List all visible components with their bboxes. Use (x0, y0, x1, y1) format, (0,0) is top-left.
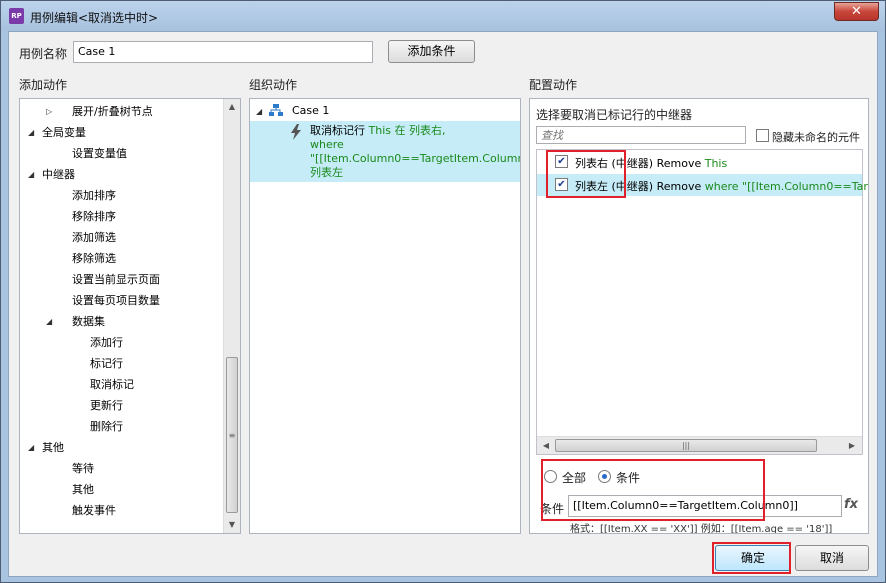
tree-item-label: 触发事件 (72, 504, 116, 517)
title-bar: RP 用例编辑<取消选中时> ✕ (1, 1, 885, 31)
tree-item[interactable]: 等待 (20, 458, 220, 479)
tree-item-label: 全局变量 (42, 126, 86, 139)
case-name-label: 用例名称 (19, 47, 68, 61)
tree-item-label: 设置变量值 (72, 147, 127, 160)
tree-item[interactable]: ◢ 其他 (20, 437, 220, 458)
tree-item[interactable]: 其他 (20, 479, 220, 500)
case-name-input[interactable]: Case 1 (73, 41, 373, 63)
hide-unnamed-label: 隐藏未命名的元件 (772, 131, 860, 144)
scroll-up-arrow-icon[interactable]: ▲ (224, 99, 240, 115)
tree-item-label: 数据集 (72, 315, 105, 328)
tree-item-label: 展开/折叠树节点 (72, 105, 153, 118)
format-hint: 格式：[[Item.XX == 'XX']] 例如：[[Item.age == … (570, 524, 833, 534)
dialog-window: RP 用例编辑<取消选中时> ✕ 用例名称 Case 1 添加条件 添加动作 组… (0, 0, 886, 583)
organize-action-panel: ◢ Case 1 取消标记行 This 在 列表右, where "[[Item… (249, 98, 521, 534)
tree-item-label: 移除排序 (72, 210, 116, 223)
tree-item-label: 更新行 (90, 399, 123, 412)
hide-unnamed-checkbox[interactable] (756, 129, 769, 142)
annotation-box-condition (541, 459, 765, 521)
tree-item-label: 其他 (72, 483, 94, 496)
configure-action-heading: 配置动作 (529, 78, 578, 92)
expand-triangle-icon[interactable]: ◢ (46, 311, 52, 332)
tree-scrollbar[interactable]: ▲ ≡ ▼ (223, 99, 240, 533)
organize-action-heading: 组织动作 (249, 78, 298, 92)
tree-item-label: 删除行 (90, 420, 123, 433)
tree-item-label: 标记行 (90, 357, 123, 370)
action-name: 取消标记行 (310, 124, 365, 137)
scroll-left-arrow-icon[interactable]: ◀ (539, 438, 553, 453)
tree-item[interactable]: 添加筛选 (20, 227, 220, 248)
repeater-left-detail: where "[[Item.Column0==TargetIte (704, 180, 868, 193)
tree-item[interactable]: 设置每页项目数量 (20, 290, 220, 311)
tree-item[interactable]: 触发事件 (20, 500, 220, 521)
action-item-selected[interactable]: 取消标记行 This 在 列表右, where "[[Item.Column0=… (250, 121, 520, 182)
cancel-button[interactable]: 取消 (795, 545, 869, 571)
add-condition-button[interactable]: 添加条件 (388, 40, 475, 63)
tree-item[interactable]: 设置变量值 (20, 143, 220, 164)
tree-item-label: 其他 (42, 441, 64, 454)
case-label[interactable]: Case 1 (292, 100, 329, 121)
lightning-icon (291, 124, 301, 140)
tree-item[interactable]: ◢ 中继器 (20, 164, 220, 185)
dialog-body: 用例名称 Case 1 添加条件 添加动作 组织动作 配置动作 ▷ 展开/折叠树节… (8, 31, 878, 577)
annotation-box-ok (712, 542, 791, 574)
scroll-down-arrow-icon[interactable]: ▼ (224, 517, 240, 533)
configure-heading: 选择要取消已标记行的中继器 (536, 108, 693, 122)
close-button[interactable]: ✕ (834, 2, 879, 21)
action-target: This 在 列表右, (368, 124, 446, 137)
add-action-tree: ▷ 展开/折叠树节点 ◢ 全局变量设置变量值 ◢ 中继器添加排序移除排序添加筛选移除筛选设… (19, 98, 241, 534)
tree-item[interactable]: 添加行 (20, 332, 220, 353)
tree-item-label: 设置每页项目数量 (72, 294, 160, 307)
action-condition: "[[Item.Column0==TargetItem.Column0]]" (310, 152, 520, 165)
scroll-right-arrow-icon[interactable]: ▶ (845, 438, 859, 453)
scroll-thumb[interactable]: ≡ (226, 357, 238, 513)
expand-triangle-icon[interactable]: ◢ (28, 164, 34, 185)
tree-item[interactable]: 移除排序 (20, 206, 220, 227)
expand-triangle-icon[interactable]: ◢ (28, 437, 34, 458)
collapse-triangle-icon[interactable]: ▷ (46, 101, 52, 122)
hscroll-thumb[interactable]: ||| (555, 439, 817, 452)
repeater-left-remove: Remove (656, 180, 702, 193)
fx-button[interactable]: fx (844, 497, 858, 512)
tree-item-label: 移除筛选 (72, 252, 116, 265)
case-tree-icon (269, 104, 283, 116)
tree-item[interactable]: 删除行 (20, 416, 220, 437)
tree-item-label: 添加排序 (72, 189, 116, 202)
expand-triangle-icon[interactable]: ◢ (28, 122, 34, 143)
tree-item[interactable]: 设置当前显示页面 (20, 269, 220, 290)
action-target-repeater: 列表左 (310, 166, 343, 179)
repeater-right-detail: This (704, 157, 728, 170)
tree-item-label: 添加行 (90, 336, 123, 349)
app-icon: RP (9, 8, 24, 24)
repeater-hscrollbar[interactable]: ◀ ||| ▶ (537, 436, 862, 454)
tree-item[interactable]: 取消标记 (20, 374, 220, 395)
repeater-right-remove: Remove (656, 157, 702, 170)
expand-triangle-icon[interactable]: ◢ (256, 107, 262, 116)
tree-item-label: 中继器 (42, 168, 75, 181)
tree-item-label: 等待 (72, 462, 94, 475)
annotation-box-repeater (546, 150, 626, 198)
tree-item[interactable]: ◢ 全局变量 (20, 122, 220, 143)
tree-item[interactable]: 标记行 (20, 353, 220, 374)
add-action-heading: 添加动作 (19, 78, 68, 92)
window-title: 用例编辑<取消选中时> (30, 11, 159, 25)
tree-item[interactable]: 添加排序 (20, 185, 220, 206)
tree-item-label: 设置当前显示页面 (72, 273, 160, 286)
tree-item[interactable]: 移除筛选 (20, 248, 220, 269)
action-where: where (310, 138, 344, 151)
tree-item[interactable]: 更新行 (20, 395, 220, 416)
tree-item[interactable]: ▷ 展开/折叠树节点 (20, 101, 220, 122)
tree-item-label: 添加筛选 (72, 231, 116, 244)
tree-item[interactable]: ◢ 数据集 (20, 311, 220, 332)
search-input[interactable] (536, 126, 746, 144)
tree-item-label: 取消标记 (90, 378, 134, 391)
